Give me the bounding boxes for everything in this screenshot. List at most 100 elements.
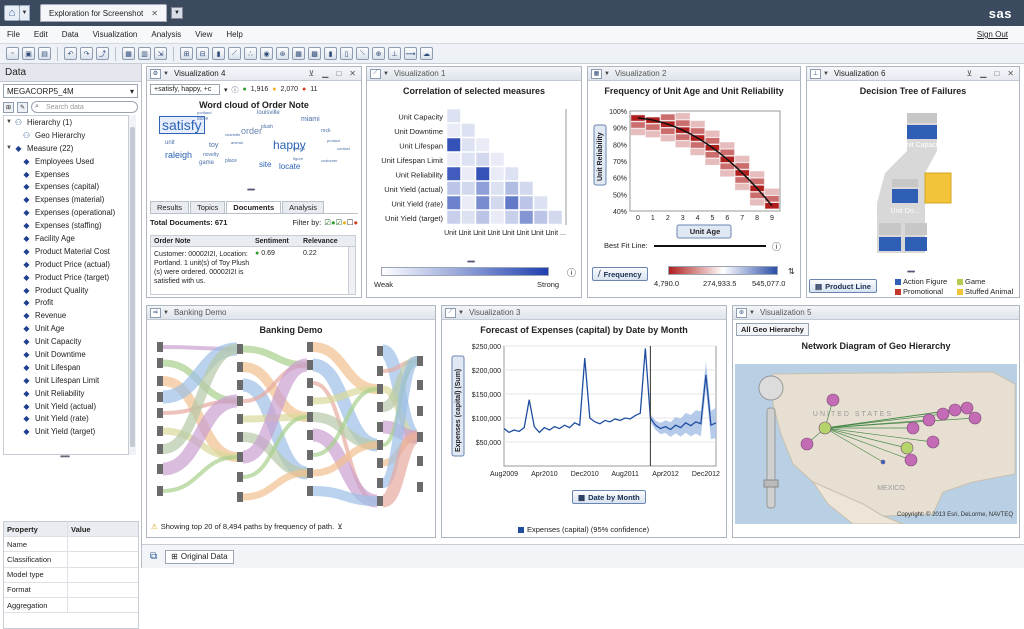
word-cloud-icon[interactable]: ☁ <box>420 47 433 60</box>
scatter-icon[interactable]: ∴ <box>244 47 257 60</box>
data-options-icon[interactable]: ⊞ <box>3 101 14 113</box>
word-cloud-term[interactable]: animal <box>231 140 243 145</box>
chevron-down-icon[interactable]: ▼ <box>604 71 610 77</box>
menu-help[interactable]: Help <box>219 30 249 39</box>
tree-item[interactable]: ◆ Expenses (material) <box>4 193 134 206</box>
tree-item[interactable]: ◆ Revenue <box>4 309 134 322</box>
word-cloud-term[interactable]: toy <box>209 142 218 149</box>
info-icon[interactable]: ⓘ <box>567 266 576 279</box>
exploration-tab[interactable]: Exploration for Screenshot ✕ <box>40 4 167 22</box>
chevron-down-icon[interactable]: ▼ <box>749 310 755 316</box>
filter-icon[interactable]: ⊻ <box>308 69 314 78</box>
menu-view[interactable]: View <box>188 30 219 39</box>
tree-item[interactable]: ◆ Expenses (capital) <box>4 180 134 193</box>
tab-results[interactable]: Results <box>150 201 190 213</box>
decision-tree[interactable]: Unit Capacity Unit Do... <box>807 103 1019 268</box>
tree-item[interactable]: ◆ Product Price (target) <box>4 271 134 284</box>
word-cloud-term[interactable]: customer <box>321 158 337 163</box>
home-dropdown-icon[interactable]: ▼ <box>20 5 30 21</box>
chevron-down-icon[interactable]: ▾ <box>224 86 228 94</box>
map-icon[interactable]: ⊕ <box>372 47 385 60</box>
tree-item[interactable]: ◆ Unit Lifespan <box>4 361 134 374</box>
documents-scrollbar[interactable] <box>348 247 355 294</box>
bar-chart-icon[interactable]: ▮ <box>212 47 225 60</box>
forecast-chart[interactable]: $250,000 $200,000 $150,000 $100,000 $50,000 A… <box>442 336 726 496</box>
checkbox-neutral[interactable]: ☑ <box>335 218 342 227</box>
chevron-down-icon[interactable]: ▼ <box>823 71 829 77</box>
tree-item[interactable]: ◆ Unit Reliability <box>4 387 134 400</box>
resize-grip[interactable]: ••••• <box>467 259 475 266</box>
chevron-down-icon[interactable]: ▼ <box>163 310 169 316</box>
menu-analysis[interactable]: Analysis <box>144 30 188 39</box>
word-cloud-term[interactable]: game <box>199 160 214 166</box>
sankey-diagram[interactable] <box>147 336 435 516</box>
breadcrumb[interactable]: All Geo Hierarchy <box>736 323 809 336</box>
heatmap-icon[interactable]: ▦ <box>591 68 602 79</box>
open-icon[interactable]: ▣ <box>22 47 35 60</box>
tree-item[interactable]: ◆ Facility Age <box>4 232 134 245</box>
redo-icon[interactable]: ↷ <box>80 47 93 60</box>
correlation-icon[interactable]: ⟋ <box>370 68 381 79</box>
word-cloud-term[interactable]: raleigh <box>165 150 192 160</box>
filter-icon[interactable]: ⊻ <box>966 69 972 78</box>
tree-item[interactable]: ⚇ Geo Hierarchy <box>4 129 134 142</box>
checkbox-negative[interactable]: ☐ <box>347 218 354 227</box>
checkbox-positive[interactable]: ☑ <box>324 218 331 227</box>
chevron-down-icon[interactable]: ▼ <box>383 71 389 77</box>
table-icon[interactable]: ▦ <box>122 47 135 60</box>
word-cloud-term[interactable]: order <box>241 126 262 136</box>
scrollbar-thumb[interactable] <box>130 127 135 447</box>
forecast-icon[interactable]: ⟿ <box>404 47 417 60</box>
word-cloud-term[interactable]: miami <box>301 116 320 123</box>
close-icon[interactable]: ✕ <box>349 69 356 78</box>
minimize-icon[interactable]: ▁ <box>980 69 986 78</box>
tree-item[interactable]: ◆ Product Price (actual) <box>4 258 134 271</box>
word-cloud-term[interactable]: boston <box>293 146 305 151</box>
word-cloud-term[interactable]: figure <box>293 156 303 161</box>
word-cloud-term[interactable]: louisville <box>257 110 280 116</box>
filter-icon[interactable]: ⊻ <box>337 522 343 531</box>
network-icon[interactable]: ⊛ <box>736 307 747 318</box>
word-cloud-icon[interactable]: ⚙ <box>150 68 161 79</box>
info-icon[interactable]: ⓘ <box>772 240 781 253</box>
tree-item[interactable]: ◆ Unit Capacity <box>4 335 134 348</box>
correlation-icon[interactable]: ⟍ <box>356 47 369 60</box>
property-row[interactable]: Format <box>4 582 138 598</box>
data-source-select[interactable]: MEGACORP5_4M ▾ <box>3 84 138 98</box>
expand-icon[interactable]: ▼ <box>6 119 14 125</box>
path-analysis-icon[interactable]: ⥤ <box>150 307 161 318</box>
word-cloud-term[interactable]: charlotte <box>225 132 240 137</box>
info-icon[interactable]: ⓘ <box>232 85 239 95</box>
search-input[interactable]: ⌕ Search data <box>31 101 138 113</box>
undo-icon[interactable]: ↶ <box>64 47 77 60</box>
menu-data[interactable]: Data <box>55 30 86 39</box>
product-line-button[interactable]: ▤ Product Line <box>809 279 877 293</box>
heat-map[interactable]: 100% 90% 80% 70% 60% 50% 40% 0 1 2 3 4 5 6 7 8 9 Unit Rel… <box>588 101 800 251</box>
close-icon[interactable]: ✕ <box>1007 69 1014 78</box>
menu-file[interactable]: File <box>0 30 27 39</box>
tree-item[interactable]: ◆ Employees Used <box>4 155 134 168</box>
chart-arrow-icon[interactable]: ⇲ <box>154 47 167 60</box>
word-cloud-term[interactable]: unit <box>165 140 175 146</box>
original-data-tab[interactable]: ⊞ Original Data <box>165 549 234 564</box>
crosstab-viz-icon[interactable]: ⊟ <box>196 47 209 60</box>
tree-item[interactable]: ◆ Expenses <box>4 168 134 181</box>
word-cloud-term[interactable]: rock <box>321 128 330 134</box>
tree-item[interactable]: ◆ Expenses (operational) <box>4 206 134 219</box>
word-cloud-term[interactable]: portland <box>197 110 211 115</box>
data-edit-icon[interactable]: ✎ <box>17 101 28 113</box>
tree-item[interactable]: ◆ Unit Yield (target) <box>4 425 134 438</box>
maximize-icon[interactable]: □ <box>994 69 999 78</box>
property-row[interactable]: Model type <box>4 567 138 583</box>
resize-grip[interactable]: ••••• <box>247 187 255 194</box>
property-row[interactable]: Aggregation <box>4 597 138 614</box>
heatmap-icon[interactable]: ▩ <box>308 47 321 60</box>
word-cloud-term[interactable]: novelty <box>203 152 219 158</box>
resize-grip[interactable]: ••••• <box>907 269 915 276</box>
word-cloud-term[interactable]: contact <box>337 146 350 151</box>
col-relevance[interactable]: Relevance <box>303 238 338 245</box>
minimize-icon[interactable]: ▁ <box>322 69 328 78</box>
tree-item[interactable]: ◆ Unit Yield (actual) <box>4 400 134 413</box>
line-chart-icon[interactable]: ⟋ <box>228 47 241 60</box>
bubble-icon[interactable]: ◉ <box>260 47 273 60</box>
